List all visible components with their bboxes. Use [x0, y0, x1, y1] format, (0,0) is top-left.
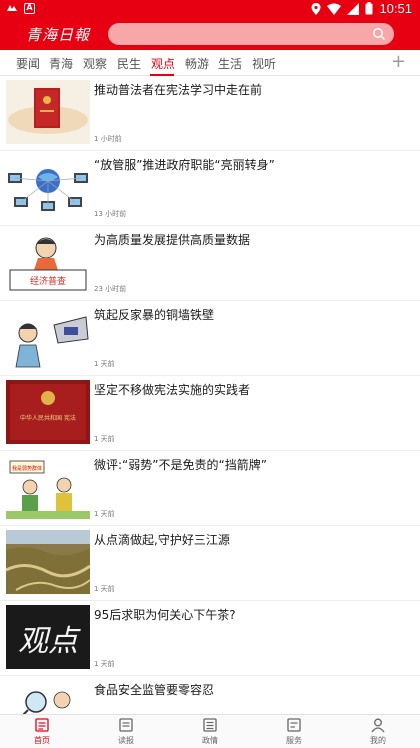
battery-icon: [365, 2, 373, 15]
news-time: 13 小时前: [94, 210, 127, 218]
news-item[interactable]: 中华人民共和国 宪法 坚定不移做宪法实施的实践者 1 天前: [0, 376, 420, 451]
calligraphy-opinion-thumbnail: 观点: [6, 605, 90, 669]
economy-census-thumbnail: 经济普查: [6, 230, 90, 294]
tab-changyou[interactable]: 畅游: [185, 55, 209, 72]
news-item[interactable]: “放管服”推进政府职能“亮丽转身” 13 小时前: [0, 151, 420, 226]
search-bar[interactable]: [108, 23, 394, 45]
news-time: 23 小时前: [94, 285, 127, 293]
tab-yaowen[interactable]: 要闻: [16, 55, 40, 72]
tab-guancha[interactable]: 观察: [83, 55, 107, 72]
clock: 10:51: [379, 1, 412, 16]
news-time: 1 天前: [94, 585, 115, 593]
nav-label: 读报: [118, 736, 134, 745]
news-title[interactable]: 食品安全监管要零容忍: [94, 681, 214, 698]
app-a-icon: A: [24, 2, 35, 14]
channel-tabs: 要闻 青海 观察 民生 观点 畅游 生活 视听 +: [0, 50, 420, 76]
news-title[interactable]: “放管服”推进政府职能“亮丽转身”: [94, 156, 275, 173]
service-icon: [287, 718, 301, 732]
nav-label: 政情: [202, 736, 218, 745]
add-channel-icon[interactable]: +: [391, 52, 406, 72]
sanjiangyuan-landscape-thumbnail: [6, 530, 90, 594]
news-time: 1 天前: [94, 435, 115, 443]
sign-label-text: 我是弱势群体: [12, 465, 42, 472]
network-globe-thumbnail: [6, 155, 90, 219]
news-item[interactable]: 食品安全监管要零容忍: [0, 676, 420, 714]
tab-guandian[interactable]: 观点: [151, 55, 175, 72]
app-header: 青海日報: [0, 18, 420, 50]
tab-shiting[interactable]: 视听: [252, 55, 276, 72]
newspaper-icon: [119, 718, 133, 732]
notification-icon: [7, 5, 17, 11]
news-time: 1 天前: [94, 660, 115, 668]
tab-minsheng[interactable]: 民生: [117, 55, 141, 72]
news-item[interactable]: 经济普查 为高质量发展提供高质量数据 23 小时前: [0, 226, 420, 301]
constitution-cover-thumbnail: 中华人民共和国 宪法: [6, 380, 90, 444]
news-item[interactable]: 筑起反家暴的铜墙铁壁 1 天前: [0, 301, 420, 376]
nav-home[interactable]: 首页: [22, 717, 62, 746]
book-label-text: 中华人民共和国 宪法: [20, 414, 76, 422]
signal-icon: [347, 2, 360, 15]
document-icon: [203, 718, 217, 732]
news-list: 推动普法者在宪法学习中走在前 1 小时前 “放管服”推进政府职能“亮丽转身” 1…: [0, 76, 420, 714]
nav-label: 我的: [370, 736, 386, 745]
location-icon: [311, 2, 321, 15]
nav-politics[interactable]: 政情: [190, 717, 230, 746]
news-title[interactable]: 从点滴做起,守护好三江源: [94, 531, 230, 548]
news-title[interactable]: 坚定不移做宪法实施的实践者: [94, 381, 250, 398]
nav-label: 服务: [286, 736, 302, 745]
news-item[interactable]: 我是弱势群体 微评:“弱势”不是免责的“挡箭牌” 1 天前: [0, 451, 420, 526]
nav-label: 首页: [34, 736, 50, 745]
news-time: 1 天前: [94, 360, 115, 368]
app-logo: 青海日報: [26, 26, 91, 44]
status-bar: A 10:51: [0, 0, 420, 18]
vulnerable-group-cartoon-thumbnail: 我是弱势群体: [6, 455, 90, 519]
economy-label-text: 经济普查: [30, 275, 66, 287]
bottom-navigation: 首页 读报 政情 服务 我的: [0, 714, 420, 748]
calligraphy-text: 观点: [18, 624, 81, 659]
news-title[interactable]: 为高质量发展提供高质量数据: [94, 231, 250, 248]
news-title[interactable]: 95后求职为何关心下午茶?: [94, 606, 236, 623]
search-icon[interactable]: [372, 27, 386, 41]
news-title[interactable]: 推动普法者在宪法学习中走在前: [94, 81, 262, 98]
news-time: 1 天前: [94, 510, 115, 518]
news-item[interactable]: 观点 95后求职为何关心下午茶? 1 天前: [0, 601, 420, 676]
news-item[interactable]: 从点滴做起,守护好三江源 1 天前: [0, 526, 420, 601]
constitution-book-thumbnail: [6, 80, 90, 144]
news-item[interactable]: 推动普法者在宪法学习中走在前 1 小时前: [0, 76, 420, 151]
wifi-icon: [327, 3, 342, 15]
news-title[interactable]: 筑起反家暴的铜墙铁壁: [94, 306, 214, 323]
nav-read-paper[interactable]: 读报: [106, 717, 146, 746]
news-title[interactable]: 微评:“弱势”不是免责的“挡箭牌”: [94, 456, 267, 473]
nav-profile[interactable]: 我的: [358, 717, 398, 746]
news-time: 1 小时前: [94, 135, 122, 143]
user-icon: [371, 718, 385, 733]
anti-violence-thumbnail: [6, 305, 90, 369]
tab-shenghuo[interactable]: 生活: [218, 55, 242, 72]
tab-qinghai[interactable]: 青海: [49, 55, 73, 72]
home-icon: [35, 718, 49, 732]
nav-services[interactable]: 服务: [274, 717, 314, 746]
food-safety-thumbnail: [6, 680, 90, 714]
